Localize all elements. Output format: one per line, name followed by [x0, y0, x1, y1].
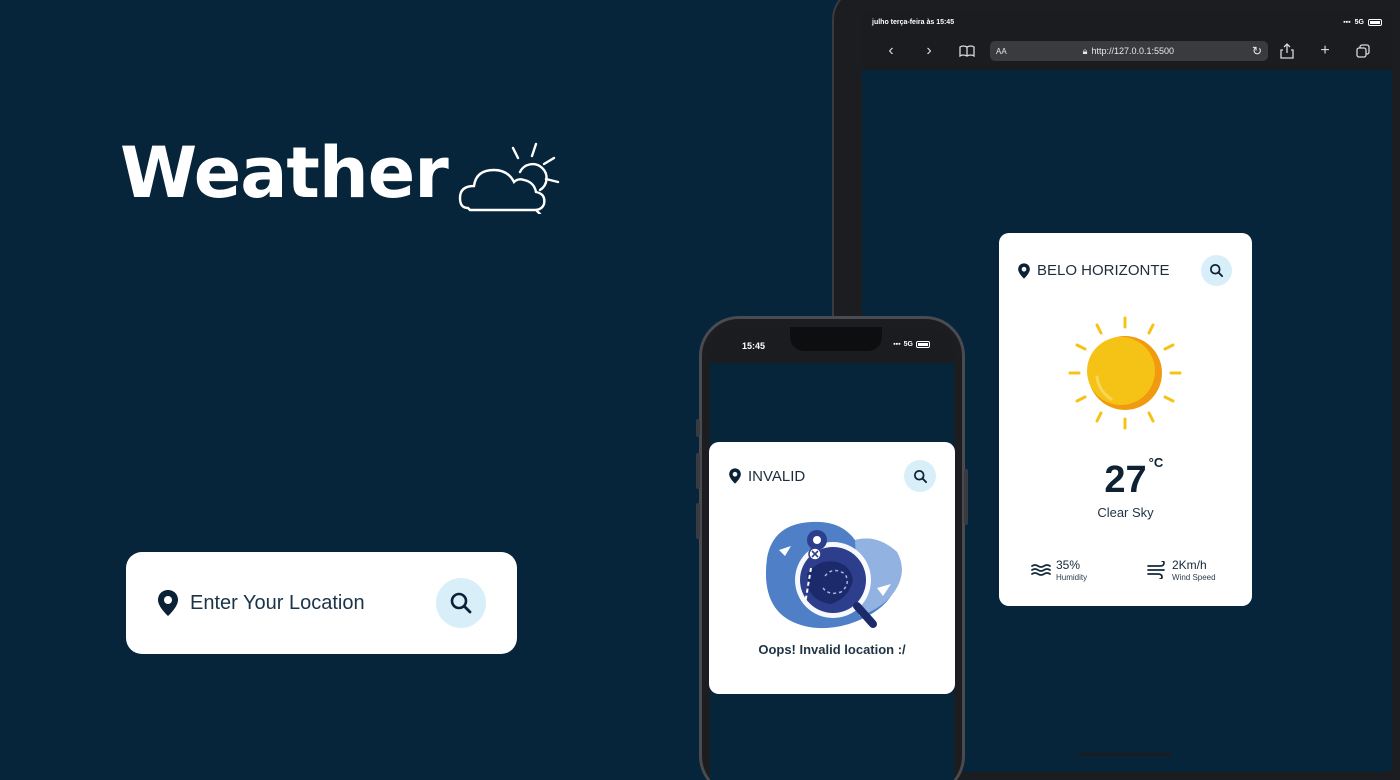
- battery-icon: [1368, 18, 1382, 26]
- reader-aa[interactable]: AA: [996, 47, 1007, 56]
- tablet-home-indicator: [1078, 753, 1172, 756]
- weather-card-header: BELO HORIZONTE: [1017, 255, 1232, 286]
- location-pin-icon: [729, 468, 741, 484]
- lock-icon: 🔒︎: [1082, 45, 1088, 56]
- humidity-label: Humidity: [1056, 573, 1088, 582]
- humidity-stat: 35% Humidity: [1031, 558, 1087, 582]
- battery-icon: [916, 341, 930, 348]
- wind-stat: 2Km/h Wind Speed: [1147, 558, 1216, 582]
- city-name: BELO HORIZONTE: [1037, 262, 1170, 279]
- invalid-location-message: Oops! Invalid location :/: [758, 642, 906, 657]
- invalid-location-card: INVALID Oops! Invalid location :/: [709, 442, 955, 694]
- search-button[interactable]: [904, 460, 936, 492]
- tablet-status-date: julho terça-feira às 15:45: [872, 18, 955, 26]
- weather-description: Clear Sky: [1097, 505, 1154, 520]
- invalid-card-header: INVALID: [728, 460, 936, 492]
- search-icon: [1210, 264, 1224, 278]
- city-name: INVALID: [748, 467, 806, 485]
- signal-icon: ▪▪▪: [1343, 18, 1351, 26]
- share-icon[interactable]: [1268, 36, 1306, 66]
- location-search-card: Enter Your Location: [126, 552, 517, 654]
- forward-icon[interactable]: ›: [910, 36, 948, 66]
- reload-icon[interactable]: ↻: [1252, 44, 1262, 58]
- network-label: 5G: [1354, 18, 1364, 26]
- phone-power-button: [964, 469, 968, 525]
- wind-label: Wind Speed: [1172, 573, 1216, 582]
- cloud-sun-icon: [458, 142, 559, 214]
- location-pin-icon: [1018, 262, 1030, 279]
- address-bar[interactable]: AA 🔒︎ http://127.0.0.1:5500 ↻: [990, 41, 1268, 61]
- weather-card: BELO HORIZONTE 27 °C Clear Sky 35% Humid…: [999, 233, 1252, 606]
- temperature-unit: °C: [1148, 455, 1164, 470]
- humidity-value: 35%: [1056, 558, 1081, 572]
- phone-notch: [790, 327, 882, 351]
- temperature-value: 27: [1104, 459, 1147, 501]
- wind-value: 2Km/h: [1172, 558, 1207, 572]
- location-pin-icon: [158, 590, 178, 616]
- wind-icon: [1147, 561, 1165, 579]
- humidity-waves-icon: [1031, 564, 1051, 576]
- invalid-location-illustration: [765, 521, 902, 629]
- search-icon: [450, 592, 472, 614]
- phone-volume-down: [696, 503, 700, 539]
- tabs-icon[interactable]: [1344, 36, 1382, 66]
- phone-status-bar: 15:45 ▪▪▪ 5G: [710, 327, 954, 363]
- tablet-status-bar: julho terça-feira às 15:45 ▪▪▪ 5G: [862, 12, 1392, 32]
- browser-toolbar: ‹ › AA 🔒︎ http://127.0.0.1:5500 ↻ +: [862, 32, 1392, 70]
- network-label: 5G: [903, 341, 913, 348]
- search-button[interactable]: [1201, 255, 1232, 286]
- new-tab-icon[interactable]: +: [1306, 36, 1344, 66]
- sun-icon: [1068, 316, 1182, 430]
- app-title: Weather: [120, 132, 449, 214]
- bookmarks-icon[interactable]: [948, 36, 986, 66]
- phone-mute-switch: [696, 419, 700, 437]
- signal-icon: ▪▪▪: [893, 341, 901, 348]
- search-button[interactable]: [436, 578, 486, 628]
- url-text: http://127.0.0.1:5500: [1091, 46, 1175, 56]
- location-input[interactable]: Enter Your Location: [190, 592, 436, 615]
- back-icon[interactable]: ‹: [872, 36, 910, 66]
- search-icon: [913, 469, 927, 483]
- temperature: 27 °C: [999, 455, 1252, 502]
- phone-volume-up: [696, 453, 700, 489]
- phone-status-time: 15:45: [742, 341, 766, 351]
- hero-title: Weather: [120, 132, 564, 214]
